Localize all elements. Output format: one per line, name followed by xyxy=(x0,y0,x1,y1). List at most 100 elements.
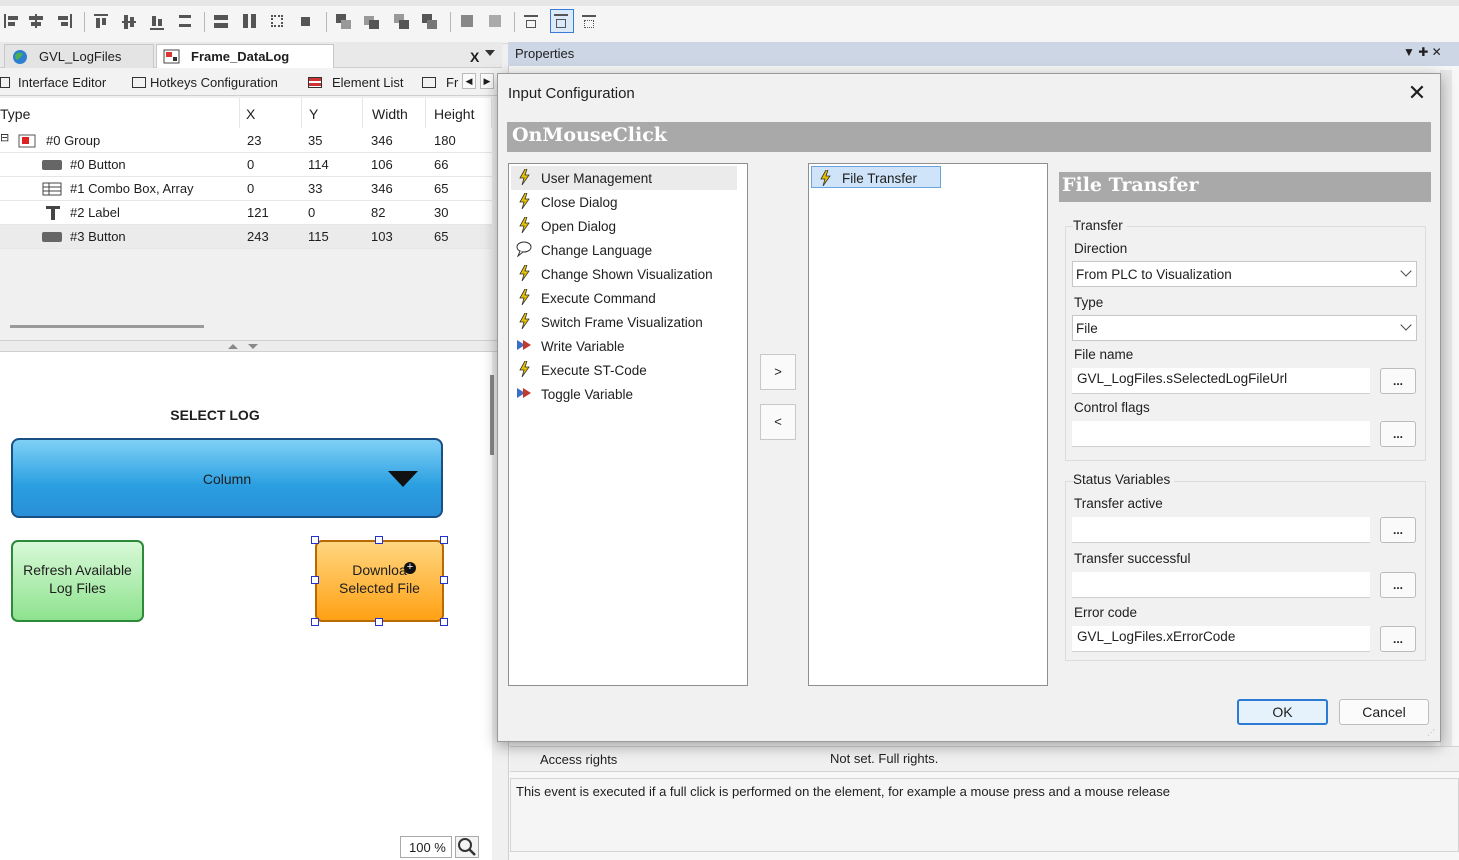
browse-control-flags-button[interactable]: ... xyxy=(1380,421,1416,447)
layout-grid-icon[interactable] xyxy=(580,12,600,30)
align-right-icon[interactable] xyxy=(54,12,74,30)
selected-actions-list[interactable]: File Transfer xyxy=(808,163,1048,686)
panel-controls-icon[interactable]: ▼ ✚ ✕ xyxy=(1403,45,1442,59)
list-item[interactable]: User Management xyxy=(511,166,737,190)
distribute-vertical-icon[interactable] xyxy=(176,12,196,30)
add-action-button[interactable]: > xyxy=(760,354,796,390)
send-backward-icon[interactable] xyxy=(392,12,412,30)
table-row[interactable]: #0 Button 0 114 106 66 xyxy=(0,153,492,177)
horizontal-scrollbar[interactable] xyxy=(10,325,204,328)
tab-scroll-right-icon[interactable]: ▶ xyxy=(480,73,494,89)
align-left-icon[interactable] xyxy=(2,12,22,30)
close-icon[interactable]: ✕ xyxy=(1402,80,1432,108)
tab-frame-selection[interactable]: Fr xyxy=(422,72,458,94)
column-header-height[interactable]: Height xyxy=(434,98,492,128)
browse-error-code-button[interactable]: ... xyxy=(1380,626,1416,652)
same-size-icon[interactable] xyxy=(268,12,288,30)
element-width: 103 xyxy=(371,229,393,244)
ok-button[interactable]: OK xyxy=(1237,699,1328,725)
column-header-x[interactable]: X xyxy=(246,98,302,128)
resize-handle[interactable] xyxy=(311,536,319,544)
resize-handle[interactable] xyxy=(375,536,383,544)
list-item[interactable]: Toggle Variable xyxy=(511,382,737,406)
table-row[interactable]: ⊟ #0 Group 23 35 346 180 xyxy=(0,129,492,153)
layout-selected-icon[interactable] xyxy=(550,9,574,33)
list-item[interactable]: Open Dialog xyxy=(511,214,737,238)
list-item[interactable]: Change Language xyxy=(511,238,737,262)
transfer-active-field[interactable] xyxy=(1072,517,1370,543)
browse-transfer-active-button[interactable]: ... xyxy=(1380,517,1416,543)
description-text: This event is executed if a full click i… xyxy=(516,784,1170,799)
pane-splitter[interactable] xyxy=(0,340,502,352)
resize-handle[interactable] xyxy=(440,618,448,626)
column-combo-box[interactable]: Column xyxy=(11,438,443,518)
browse-transfer-successful-button[interactable]: ... xyxy=(1380,572,1416,598)
list-item[interactable]: Change Shown Visualization xyxy=(511,262,737,286)
resize-handle[interactable] xyxy=(440,536,448,544)
table-row[interactable]: #2 Label 121 0 82 30 xyxy=(0,201,492,225)
list-item[interactable]: File Transfer xyxy=(811,166,941,188)
align-center-icon[interactable] xyxy=(26,12,46,30)
list-item[interactable]: Switch Frame Visualization xyxy=(511,310,737,334)
tabs-dropdown-icon[interactable] xyxy=(485,50,495,56)
resize-handle[interactable] xyxy=(440,576,448,584)
file-name-field[interactable]: GVL_LogFiles.sSelectedLogFileUrl xyxy=(1072,368,1370,394)
collapse-icon[interactable]: ⊟ xyxy=(0,131,9,144)
available-actions-list[interactable]: User Management Close Dialog Open Dialog… xyxy=(508,163,748,686)
list-item[interactable]: Write Variable xyxy=(511,334,737,358)
close-tab-icon[interactable]: X xyxy=(470,49,479,65)
browse-file-name-button[interactable]: ... xyxy=(1380,368,1416,394)
resize-handle[interactable] xyxy=(311,618,319,626)
refresh-log-files-button[interactable]: Refresh Available Log Files xyxy=(11,540,144,622)
access-rights-row[interactable]: Access rights Not set. Full rights. xyxy=(510,746,1459,772)
group-icon[interactable] xyxy=(458,12,478,30)
element-x: 121 xyxy=(247,205,269,220)
table-row[interactable]: #1 Combo Box, Array 0 33 346 65 xyxy=(0,177,492,201)
direction-select[interactable]: From PLC to Visualization xyxy=(1072,261,1417,287)
column-header-y[interactable]: Y xyxy=(309,98,363,128)
list-item[interactable]: Execute Command xyxy=(511,286,737,310)
center-icon[interactable] xyxy=(296,12,316,30)
cancel-button[interactable]: Cancel xyxy=(1339,699,1429,725)
align-top-icon[interactable] xyxy=(92,12,112,30)
transfer-successful-label: Transfer successful xyxy=(1074,551,1191,566)
control-flags-field[interactable] xyxy=(1072,421,1370,447)
tab-hotkeys-configuration[interactable]: Hotkeys Configuration xyxy=(132,72,278,94)
element-x: 243 xyxy=(247,229,269,244)
select-log-label[interactable]: SELECT LOG xyxy=(130,407,300,423)
properties-scrollbar[interactable] xyxy=(1440,70,1452,750)
vertical-scrollbar[interactable] xyxy=(490,375,494,455)
tab-frame-datalog[interactable]: Frame_DataLog X xyxy=(156,44,479,68)
table-row[interactable]: #3 Button 243 115 103 65 xyxy=(0,225,492,249)
list-item[interactable]: Close Dialog xyxy=(511,190,737,214)
transfer-successful-field[interactable] xyxy=(1072,572,1370,598)
same-height-icon[interactable] xyxy=(240,12,260,30)
list-item[interactable]: Execute ST-Code xyxy=(511,358,737,382)
element-width: 82 xyxy=(371,205,386,220)
zoom-level[interactable]: 100 % xyxy=(400,836,452,858)
align-bottom-icon[interactable] xyxy=(148,12,168,30)
same-width-icon[interactable] xyxy=(212,12,232,30)
align-middle-icon[interactable] xyxy=(120,12,140,30)
resize-handle[interactable] xyxy=(375,618,383,626)
ungroup-icon[interactable] xyxy=(486,12,506,30)
bring-forward-icon[interactable] xyxy=(362,12,382,30)
send-to-back-icon[interactable] xyxy=(420,12,440,30)
column-header-width[interactable]: Width xyxy=(372,98,426,128)
download-selected-file-button[interactable]: Downloa Selected File xyxy=(315,540,444,622)
action-label: Change Language xyxy=(541,243,653,258)
tab-gvl-logfiles[interactable]: GVL_LogFiles xyxy=(4,44,154,68)
remove-action-button[interactable]: < xyxy=(760,404,796,440)
resize-handle[interactable] xyxy=(311,576,319,584)
tab-element-list[interactable]: Element List xyxy=(308,72,404,94)
column-header-type[interactable]: Type xyxy=(0,98,240,128)
type-select[interactable]: File xyxy=(1072,315,1417,341)
element-type: #2 Label xyxy=(70,205,120,220)
tab-scroll-left-icon[interactable]: ◀ xyxy=(462,73,476,89)
bring-to-front-icon[interactable] xyxy=(334,12,354,30)
resize-grip-icon[interactable]: ⋰ xyxy=(1427,728,1437,738)
tab-interface-editor[interactable]: Interface Editor xyxy=(0,72,106,94)
layout-top-icon[interactable] xyxy=(522,12,542,30)
zoom-magnifier-icon[interactable] xyxy=(455,836,479,858)
error-code-field[interactable]: GVL_LogFiles.xErrorCode xyxy=(1072,626,1370,652)
